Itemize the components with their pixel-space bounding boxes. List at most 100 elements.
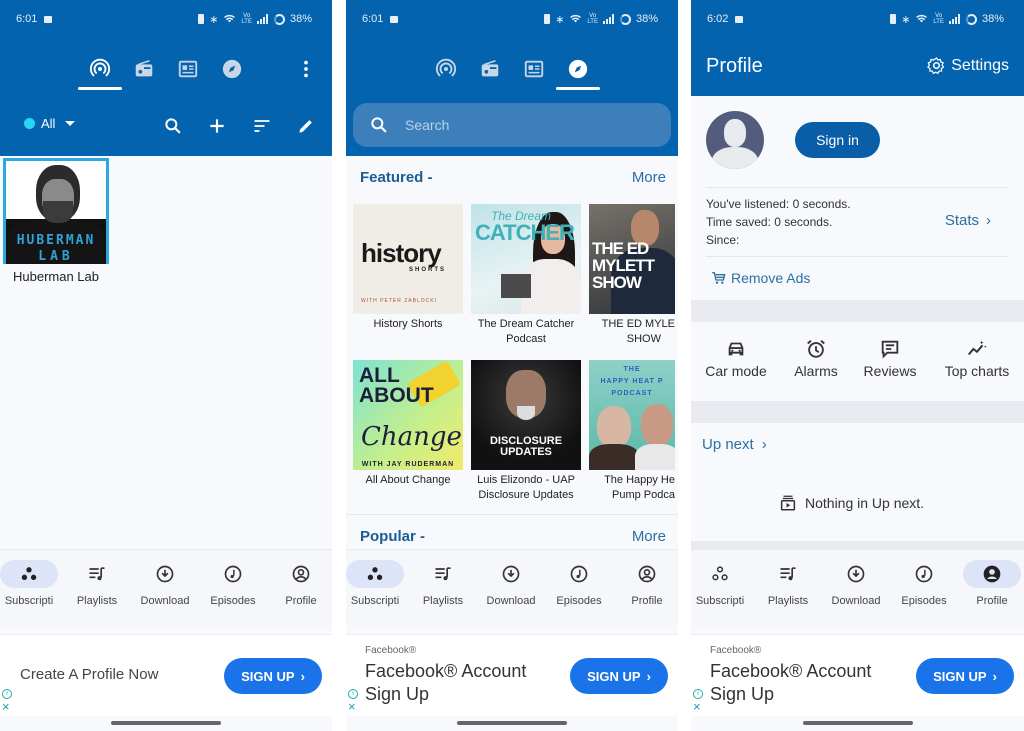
nav-profile[interactable]: Profile xyxy=(959,560,1024,616)
news-icon xyxy=(524,60,544,78)
artwork-text: history xyxy=(361,238,442,268)
time-saved-text: Time saved: 0 seconds. xyxy=(706,215,833,229)
stats-link[interactable]: Stats › xyxy=(945,212,991,229)
artwork-text: CATCHER xyxy=(475,220,575,245)
popular-more-link[interactable]: More xyxy=(632,528,666,545)
stats-label: Stats xyxy=(944,212,979,229)
nav-profile[interactable]: Profile xyxy=(614,560,678,616)
nav-label: Episodes xyxy=(901,595,947,607)
podcast-card[interactable]: ALL ABOUT Change WITH JAY RUDERMAN All A… xyxy=(353,360,463,503)
tab-radio[interactable] xyxy=(468,48,512,90)
playlists-icon xyxy=(435,567,451,581)
featured-more-link[interactable]: More xyxy=(632,169,666,186)
nav-label: Profile xyxy=(631,595,663,607)
profile-icon xyxy=(638,565,656,583)
battery-icon xyxy=(619,13,631,25)
signal-icon xyxy=(256,14,269,24)
edit-button[interactable] xyxy=(294,114,318,138)
featured-header: Featured - More xyxy=(360,169,666,186)
ad-info-icon[interactable]: i xyxy=(2,689,12,699)
sort-button[interactable] xyxy=(250,114,274,138)
battery-icon xyxy=(965,13,977,25)
add-button[interactable] xyxy=(205,114,229,138)
podcast-card[interactable]: THE HAPPY HEAT P PODCAST The Happy He Pump … xyxy=(589,360,675,503)
bottom-navigation: Subscripti Playlists Download Episodes P… xyxy=(346,549,678,629)
top-tabs xyxy=(0,48,332,90)
nav-episodes[interactable]: Episodes xyxy=(546,560,612,616)
download-icon xyxy=(847,565,865,583)
ad-signup-button[interactable]: SIGN UP › xyxy=(570,658,668,694)
section-separator xyxy=(691,541,1024,549)
nav-playlists[interactable]: Playlists xyxy=(410,560,476,616)
filter-dropdown[interactable]: All xyxy=(24,116,76,131)
nav-label: Playlists xyxy=(422,595,464,607)
tab-news[interactable] xyxy=(512,48,556,90)
tab-podcasts[interactable] xyxy=(424,48,468,90)
tab-podcasts[interactable] xyxy=(78,48,122,90)
search-input[interactable] xyxy=(405,117,605,133)
nav-episodes[interactable]: Episodes xyxy=(891,560,957,616)
nav-playlists[interactable]: Playlists xyxy=(755,560,821,616)
tab-radio[interactable] xyxy=(122,48,166,90)
app-header: 6:01 ∗ Vo LTE 38% xyxy=(346,0,678,156)
status-bar: 6:02 ∗ Vo LTE 38% xyxy=(691,0,1024,38)
nav-subscriptions[interactable]: Subscripti xyxy=(691,560,753,616)
nav-downloads[interactable]: Download xyxy=(132,560,198,616)
sign-in-button[interactable]: Sign in xyxy=(795,122,880,158)
ad-info-icon[interactable]: i xyxy=(693,689,703,699)
subscription-tile[interactable]: HUBERMAN LAB Huberman Lab xyxy=(3,158,109,284)
podcast-title: The Dream Catcher Podcast xyxy=(471,317,581,347)
compass-icon xyxy=(222,59,242,79)
nav-profile[interactable]: Profile xyxy=(268,560,332,616)
ad-close-icon[interactable]: × xyxy=(2,700,10,713)
featured-row-2: ALL ABOUT Change WITH JAY RUDERMAN All A… xyxy=(353,360,678,503)
ad-close-icon[interactable]: × xyxy=(693,700,701,713)
reviews-button[interactable]: Reviews xyxy=(850,338,930,379)
home-indicator[interactable] xyxy=(802,721,913,725)
search-field[interactable] xyxy=(353,103,671,147)
battery-percent: 38% xyxy=(635,13,658,25)
car-mode-button[interactable]: Car mode xyxy=(696,338,776,379)
section-separator xyxy=(691,401,1024,423)
profile-icon xyxy=(983,565,1001,583)
search-button[interactable] xyxy=(161,114,185,138)
nav-subscriptions[interactable]: Subscripti xyxy=(346,560,408,616)
podcast-card[interactable]: DISCLOSURE UPDATES Luis Elizondo - UAP Dis… xyxy=(471,360,581,503)
nav-subscriptions[interactable]: Subscripti xyxy=(0,560,62,616)
chevron-right-icon: › xyxy=(992,668,997,684)
top-tabs xyxy=(346,48,678,90)
avatar[interactable] xyxy=(706,111,764,169)
nav-playlists[interactable]: Playlists xyxy=(64,560,130,616)
top-charts-button[interactable]: Top charts xyxy=(937,338,1017,379)
up-next-label: Up next xyxy=(702,436,754,453)
podcast-card[interactable]: The Dream CATCHER The Dream Catcher Podca… xyxy=(471,204,581,347)
home-indicator[interactable] xyxy=(111,721,221,725)
settings-button[interactable]: Settings xyxy=(927,56,1009,75)
tab-discover[interactable] xyxy=(556,48,600,90)
ad-close-icon[interactable]: × xyxy=(348,700,356,713)
tab-news[interactable] xyxy=(166,48,210,90)
overflow-menu-button[interactable] xyxy=(284,48,328,90)
nav-episodes[interactable]: Episodes xyxy=(200,560,266,616)
home-indicator[interactable] xyxy=(457,721,567,725)
nav-downloads[interactable]: Download xyxy=(478,560,544,616)
ad-signup-button[interactable]: SIGN UP › xyxy=(224,658,322,694)
nav-label: Download xyxy=(486,595,536,607)
settings-label: Settings xyxy=(951,56,1009,74)
ad-signup-button[interactable]: SIGN UP › xyxy=(916,658,1014,694)
profile-icon xyxy=(292,565,310,583)
up-next-link[interactable]: Up next › xyxy=(702,436,767,453)
nav-label: Playlists xyxy=(76,595,118,607)
radio-icon xyxy=(135,60,153,77)
episodes-icon xyxy=(915,565,933,583)
tab-discover[interactable] xyxy=(210,48,254,90)
ad-info-icon[interactable]: i xyxy=(348,689,358,699)
compass-icon xyxy=(568,59,588,79)
remove-ads-button[interactable]: Remove Ads xyxy=(711,270,810,286)
podcast-card[interactable]: history SHORTS WITH PETER ZABLOCKI Histo… xyxy=(353,204,463,347)
search-icon xyxy=(165,118,181,134)
alarms-button[interactable]: Alarms xyxy=(776,338,856,379)
nav-downloads[interactable]: Download xyxy=(823,560,889,616)
podcast-card[interactable]: THE ED MYLETT SHOW THE ED MYLE SHOW xyxy=(589,204,675,347)
popular-header: Popular - More xyxy=(360,528,666,545)
